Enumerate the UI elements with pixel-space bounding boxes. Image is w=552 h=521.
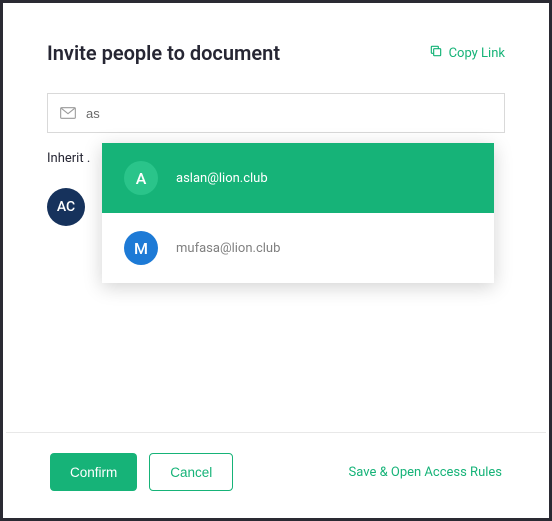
copy-link-label: Copy Link — [449, 46, 505, 61]
cancel-button[interactable]: Cancel — [149, 453, 233, 491]
user-avatar[interactable]: AC — [47, 188, 85, 226]
copy-link-button[interactable]: Copy Link — [429, 44, 505, 62]
suggestion-email: aslan@lion.club — [176, 171, 268, 186]
save-open-access-rules-link[interactable]: Save & Open Access Rules — [349, 465, 502, 480]
mail-icon — [60, 107, 76, 119]
suggestion-item[interactable]: A aslan@lion.club — [102, 143, 494, 213]
suggestion-avatar: M — [124, 231, 158, 265]
email-input[interactable] — [86, 106, 492, 121]
dialog-footer: Confirm Cancel Save & Open Access Rules — [6, 432, 546, 515]
suggestion-item[interactable]: M mufasa@lion.club — [102, 213, 494, 283]
copy-icon — [429, 44, 443, 62]
confirm-button[interactable]: Confirm — [50, 453, 137, 491]
email-input-container[interactable] — [47, 93, 505, 133]
page-title: Invite people to document — [47, 41, 280, 65]
suggestion-email: mufasa@lion.club — [176, 241, 280, 256]
suggestion-avatar: A — [124, 161, 158, 195]
email-suggestions-dropdown: A aslan@lion.club M mufasa@lion.club — [102, 143, 494, 283]
